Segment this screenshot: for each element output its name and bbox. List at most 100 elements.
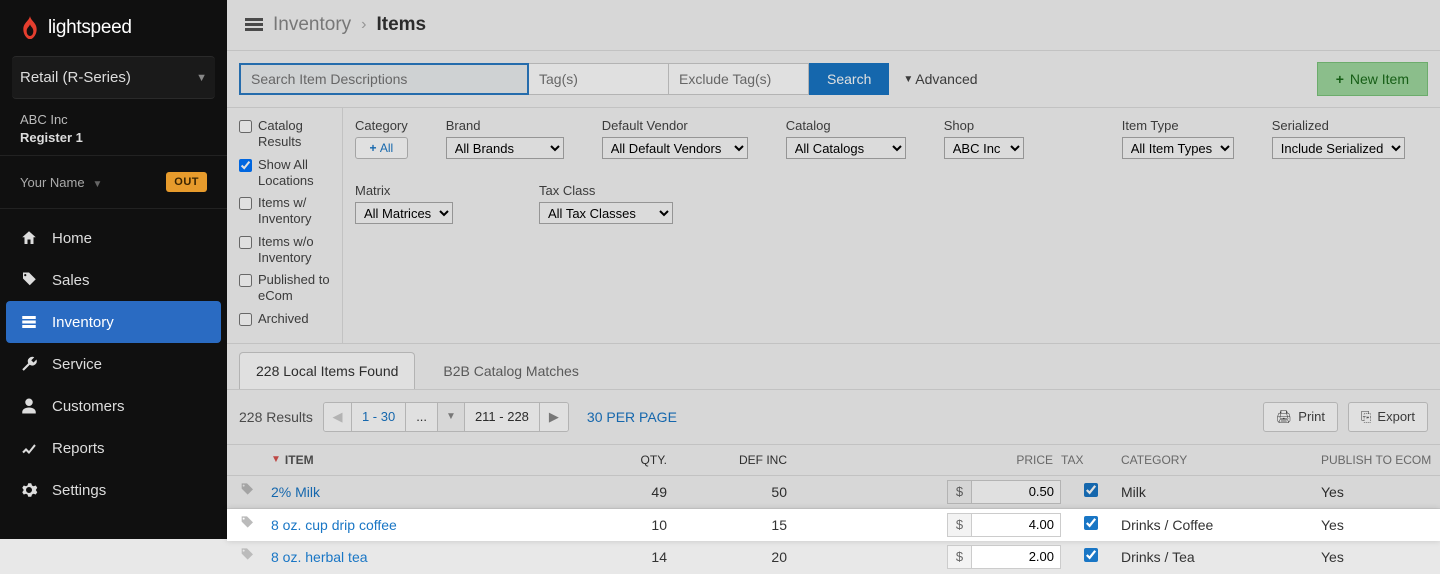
price-input[interactable] bbox=[971, 480, 1061, 504]
item-link[interactable]: 8 oz. cup drip coffee bbox=[271, 517, 591, 533]
filter-brand: Brand All Brands bbox=[446, 118, 564, 159]
print-button[interactable]: 🖨 Print bbox=[1263, 402, 1338, 432]
tag-icon bbox=[239, 547, 271, 566]
nav-settings[interactable]: Settings bbox=[0, 469, 227, 511]
item-link[interactable]: 2% Milk bbox=[271, 484, 591, 500]
export-button[interactable]: ⎘ Export bbox=[1348, 402, 1428, 432]
nav: Home Sales Inventory Service Customers R… bbox=[0, 209, 227, 519]
nav-label: Customers bbox=[52, 398, 125, 415]
check-published-ecom[interactable]: Published to eCom bbox=[239, 272, 334, 305]
chevron-down-icon: ▼ bbox=[903, 74, 913, 85]
advanced-label: Advanced bbox=[915, 71, 977, 87]
search-input[interactable] bbox=[239, 63, 529, 95]
item-type-select[interactable]: All Item Types bbox=[1122, 137, 1234, 159]
user-menu[interactable]: Your Name ▼ bbox=[20, 174, 102, 190]
matrix-select[interactable]: All Matrices bbox=[355, 202, 453, 224]
header-tax[interactable]: TAX bbox=[1061, 453, 1121, 467]
item-link[interactable]: 8 oz. herbal tea bbox=[271, 549, 591, 565]
exclude-tags-input[interactable] bbox=[669, 63, 809, 95]
pager-prev[interactable]: ◀ bbox=[324, 403, 352, 431]
nav-reports[interactable]: Reports bbox=[0, 427, 227, 469]
searchbar: Search ▼ Advanced + New Item bbox=[227, 51, 1440, 108]
check-show-all-locations[interactable]: Show All Locations bbox=[239, 157, 334, 190]
new-item-button[interactable]: + New Item bbox=[1317, 62, 1428, 96]
filter-item-type: Item Type All Item Types bbox=[1122, 118, 1234, 159]
check-items-with-inventory[interactable]: Items w/ Inventory bbox=[239, 195, 334, 228]
filter-shop: Shop ABC Inc bbox=[944, 118, 1024, 159]
user-row: Your Name ▼ OUT bbox=[0, 156, 227, 209]
cell-tax bbox=[1061, 483, 1121, 500]
nav-customers[interactable]: Customers bbox=[0, 385, 227, 427]
tags-input[interactable] bbox=[529, 63, 669, 95]
per-page[interactable]: 30 PER PAGE bbox=[587, 409, 677, 425]
header-item[interactable]: ▼ITEM bbox=[271, 453, 591, 467]
price-input[interactable] bbox=[971, 545, 1061, 569]
nav-sales[interactable]: Sales bbox=[0, 259, 227, 301]
serialized-select[interactable]: Include Serialized bbox=[1272, 137, 1405, 159]
store-block: ABC Inc Register 1 bbox=[0, 99, 227, 156]
tax-class-select[interactable]: All Tax Classes bbox=[539, 202, 673, 224]
filter-grid: Category All Brand All Brands Default Ve… bbox=[343, 108, 1440, 343]
nav-label: Sales bbox=[52, 272, 90, 289]
tax-checkbox[interactable] bbox=[1084, 516, 1098, 530]
cell-qty: 14 bbox=[591, 549, 691, 565]
header-price[interactable]: PRICE bbox=[811, 453, 1061, 467]
table-row: 2% Milk4950$MilkYes bbox=[227, 476, 1440, 509]
cell-definc: 20 bbox=[691, 549, 811, 565]
nav-inventory[interactable]: Inventory bbox=[6, 301, 221, 343]
logo-text: lightspeed bbox=[48, 17, 132, 39]
chart-icon bbox=[20, 439, 38, 457]
nav-label: Home bbox=[52, 230, 92, 247]
tag-icon bbox=[239, 515, 271, 534]
inventory-icon bbox=[20, 313, 38, 331]
pager-next[interactable]: ▶ bbox=[540, 403, 568, 431]
pager-range-active[interactable]: 1 - 30 bbox=[352, 403, 406, 431]
nav-label: Reports bbox=[52, 440, 105, 457]
filter-serialized: Serialized Include Serialized bbox=[1272, 118, 1405, 159]
check-items-without-inventory[interactable]: Items w/o Inventory bbox=[239, 234, 334, 267]
nav-home[interactable]: Home bbox=[0, 217, 227, 259]
catalog-select[interactable]: All Catalogs bbox=[786, 137, 906, 159]
nav-label: Settings bbox=[52, 482, 106, 499]
new-item-label: New Item bbox=[1350, 71, 1409, 87]
filter-matrix: Matrix All Matrices bbox=[355, 183, 453, 224]
items-table: ▼ITEM QTY. DEF INC PRICE TAX CATEGORY PU… bbox=[227, 445, 1440, 574]
header-qty[interactable]: QTY. bbox=[591, 453, 691, 467]
tab-b2b[interactable]: B2B Catalog Matches bbox=[427, 353, 594, 389]
tax-checkbox[interactable] bbox=[1084, 548, 1098, 562]
table-header: ▼ITEM QTY. DEF INC PRICE TAX CATEGORY PU… bbox=[227, 445, 1440, 476]
pager-range-last[interactable]: 211 - 228 bbox=[465, 403, 540, 431]
check-catalog-results[interactable]: Catalog Results bbox=[239, 118, 334, 151]
header-category[interactable]: CATEGORY bbox=[1121, 453, 1321, 467]
user-name: Your Name bbox=[20, 175, 85, 190]
vendor-select[interactable]: All Default Vendors bbox=[602, 137, 748, 159]
nav-service[interactable]: Service bbox=[0, 343, 227, 385]
chevron-down-icon[interactable]: ▼ bbox=[438, 403, 465, 431]
company-name: ABC Inc bbox=[20, 111, 207, 129]
advanced-toggle[interactable]: ▼ Advanced bbox=[903, 71, 977, 87]
cell-price: $ bbox=[811, 480, 1061, 504]
category-all-button[interactable]: All bbox=[355, 137, 408, 159]
check-archived[interactable]: Archived bbox=[239, 311, 334, 327]
breadcrumb-parent[interactable]: Inventory bbox=[273, 14, 351, 36]
chevron-down-icon: ▼ bbox=[196, 72, 207, 84]
cell-publish: Yes bbox=[1321, 484, 1440, 500]
cell-tax bbox=[1061, 548, 1121, 565]
header-publish[interactable]: PUBLISH TO ECOM bbox=[1321, 453, 1440, 467]
sort-desc-icon: ▼ bbox=[271, 454, 281, 465]
search-button[interactable]: Search bbox=[809, 63, 889, 95]
cell-publish: Yes bbox=[1321, 549, 1440, 565]
filter-vendor: Default Vendor All Default Vendors bbox=[602, 118, 748, 159]
tab-local-items[interactable]: 228 Local Items Found bbox=[239, 352, 415, 389]
brand-select[interactable]: All Brands bbox=[446, 137, 564, 159]
price-input[interactable] bbox=[971, 513, 1061, 537]
breadcrumb: Inventory › Items bbox=[227, 0, 1440, 51]
series-selector[interactable]: Retail (R-Series) ▼ bbox=[12, 56, 215, 99]
main-content: Inventory › Items Search ▼ Advanced + Ne… bbox=[227, 0, 1440, 539]
header-definc[interactable]: DEF INC bbox=[691, 453, 811, 467]
shop-select[interactable]: ABC Inc bbox=[944, 137, 1024, 159]
tax-checkbox[interactable] bbox=[1084, 483, 1098, 497]
breadcrumb-separator: › bbox=[361, 16, 366, 34]
out-badge[interactable]: OUT bbox=[166, 172, 207, 192]
nav-label: Inventory bbox=[52, 314, 114, 331]
